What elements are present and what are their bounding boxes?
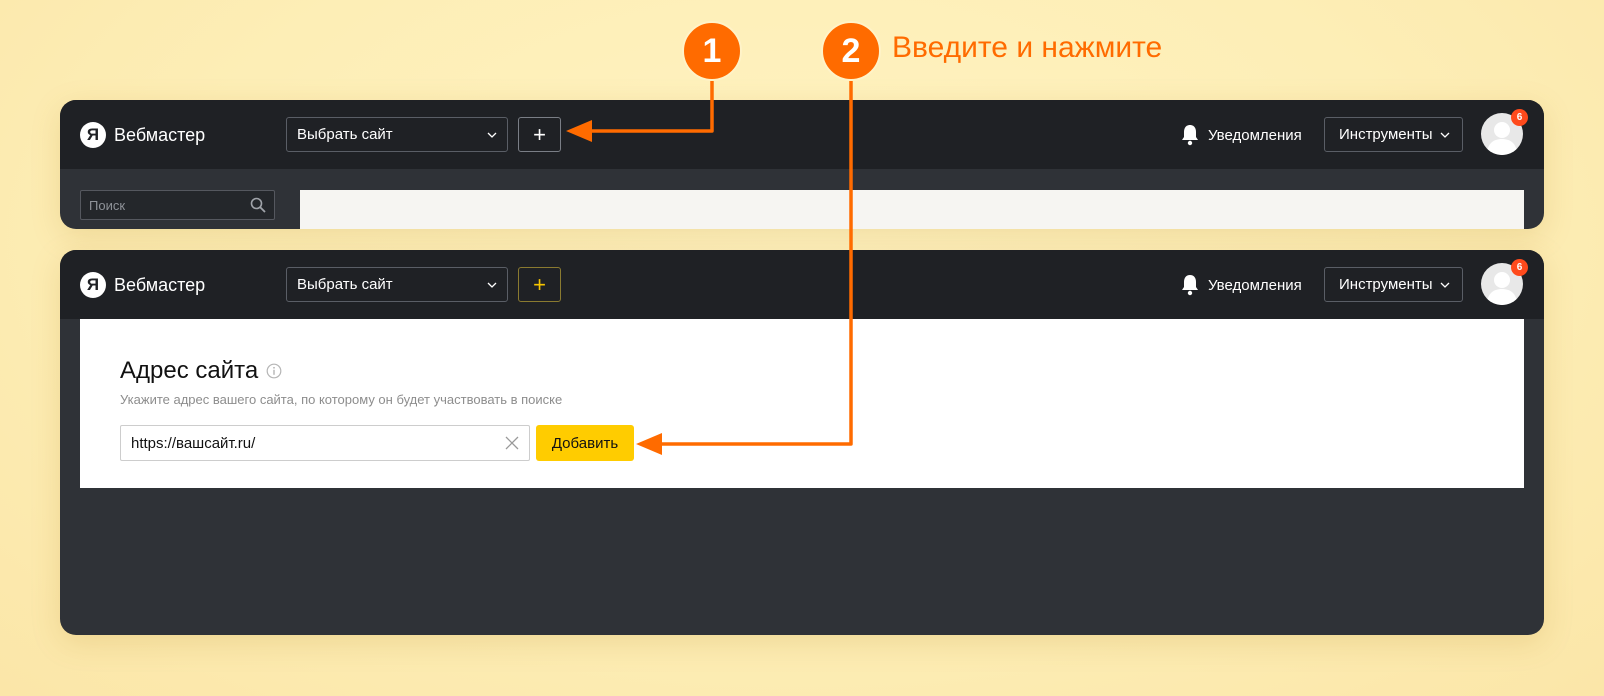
logo-text: Вебмастер [114, 124, 206, 145]
step-1-marker: 1 [682, 21, 742, 81]
yandex-logo-icon: Я [80, 122, 106, 148]
tools-dropdown[interactable]: Инструменты [1324, 267, 1463, 302]
webmaster-logo[interactable]: Я Вебмастер [80, 121, 205, 149]
clear-icon[interactable] [505, 436, 519, 450]
add-button[interactable]: Добавить [536, 425, 634, 461]
top-bar: Я Вебмастер Выбрать сайт + Уведомления И… [60, 250, 1544, 319]
notifications-button[interactable]: Уведомления [1180, 271, 1302, 299]
notifications-label: Уведомления [1208, 276, 1302, 294]
site-select-dropdown[interactable]: Выбрать сайт [286, 267, 508, 302]
chevron-down-icon [487, 132, 497, 138]
site-select-label: Выбрать сайт [297, 126, 393, 143]
form-title: Адрес сайта [120, 357, 282, 385]
content-area [300, 190, 1524, 229]
site-select-label: Выбрать сайт [297, 276, 393, 293]
search-icon [250, 197, 266, 213]
plus-icon: + [533, 121, 546, 147]
yandex-logo-icon: Я [80, 272, 106, 298]
add-site-button[interactable]: + [518, 117, 561, 152]
info-icon[interactable] [266, 363, 282, 379]
add-site-button[interactable]: + [518, 267, 561, 302]
notification-count-badge: 6 [1511, 259, 1528, 276]
webmaster-window-add-site: Я Вебмастер Выбрать сайт + Уведомления И… [60, 250, 1544, 635]
tools-label: Инструменты [1339, 126, 1433, 143]
step-2-caption: Введите и нажмите [892, 31, 1163, 64]
webmaster-logo[interactable]: Я Вебмастер [80, 271, 205, 299]
step-2-number: 2 [841, 31, 861, 70]
bell-icon [1182, 275, 1198, 296]
tools-label: Инструменты [1339, 276, 1433, 293]
webmaster-window-header: Я Вебмастер Выбрать сайт + Уведомления И… [60, 100, 1544, 229]
form-hint: Укажите адрес вашего сайта, по которому … [120, 392, 563, 407]
chevron-down-icon [1440, 132, 1450, 138]
chevron-down-icon [487, 282, 497, 288]
bell-icon [1182, 125, 1198, 146]
chevron-down-icon [1440, 282, 1450, 288]
site-select-dropdown[interactable]: Выбрать сайт [286, 117, 508, 152]
tools-dropdown[interactable]: Инструменты [1324, 117, 1463, 152]
top-bar: Я Вебмастер Выбрать сайт + Уведомления И… [60, 100, 1544, 169]
step-2-marker: 2 [821, 21, 881, 81]
search-input[interactable]: Поиск [80, 190, 275, 220]
site-url-input[interactable]: https://вашсайт.ru/ [120, 425, 530, 461]
notification-count-badge: 6 [1511, 109, 1528, 126]
search-placeholder: Поиск [89, 197, 126, 213]
notifications-button[interactable]: Уведомления [1180, 121, 1302, 149]
plus-icon: + [533, 271, 546, 297]
logo-text: Вебмастер [114, 274, 206, 295]
step-1-number: 1 [702, 31, 722, 70]
notifications-label: Уведомления [1208, 126, 1302, 144]
form-title-text: Адрес сайта [120, 357, 259, 384]
site-url-value: https://вашсайт.ru/ [131, 434, 256, 452]
add-site-form: Адрес сайта Укажите адрес вашего сайта, … [80, 319, 1524, 488]
